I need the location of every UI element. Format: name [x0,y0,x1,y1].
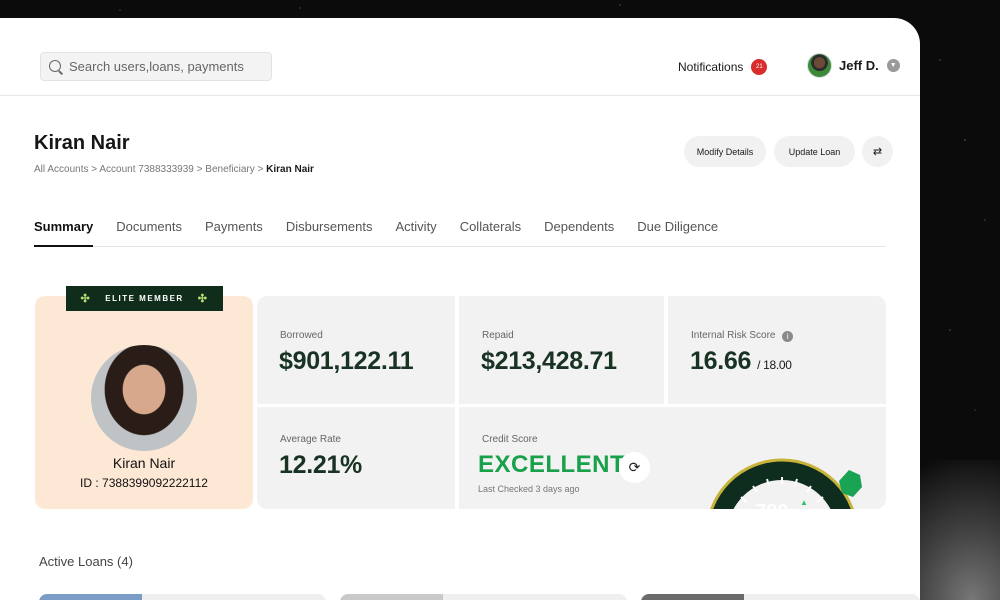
stat-internal-risk-score: Internal Risk Score i 16.66 / 18.00 [668,296,886,404]
breadcrumb-item[interactable]: Account 7388333939 [99,164,194,175]
risk-value: 16.66 [690,347,752,375]
profile-id: ID : 7388399092222112 [80,476,208,490]
loan-card[interactable] [641,594,920,600]
tab-payments[interactable]: Payments [205,208,263,247]
stat-borrowed: Borrowed $901,122.11 [257,296,455,404]
credit-up-icon: ▲ [800,498,808,507]
tab-collaterals[interactable]: Collaterals [460,208,521,247]
tab-summary[interactable]: Summary [34,208,94,247]
stat-average-rate: Average Rate 12.21% [257,407,455,509]
loan-thumbnail [340,594,443,600]
loan-thumbnail [641,594,744,600]
stat-label: Borrowed [280,330,323,341]
tab-bar: Summary Documents Payments Disbursements… [34,208,886,247]
stat-label: Credit Score [482,434,538,445]
page-title: Kiran Nair [34,132,130,154]
app-window: Notifications 21 Jeff D. ▼ Kiran Nair Al… [0,18,920,600]
user-menu[interactable]: Jeff D. ▼ [807,53,900,78]
shuffle-icon[interactable]: ⇄ [862,136,893,167]
tab-due-diligence[interactable]: Due Diligence [637,208,718,247]
stat-value: $901,122.11 [279,347,414,375]
notifications-count-badge: 21 [751,59,768,75]
user-name: Jeff D. [839,58,879,73]
profile-card: ✣ ELITE MEMBER ✣ Kiran Nair ID : 7388399… [35,286,253,509]
stat-value: $213,428.71 [481,347,617,375]
breadcrumb-item[interactable]: Beneficiary [205,164,254,175]
search-box[interactable] [40,52,272,81]
stat-label: Internal Risk Score i [691,330,794,342]
modify-details-button[interactable]: Modify Details [684,136,766,167]
breadcrumb-item[interactable]: All Accounts [34,164,88,175]
badge-star-icon: ✣ [80,293,92,305]
stat-credit-score: Credit Score EXCELLENT Last Checked 3 da… [459,407,886,509]
risk-max: / 18.00 [757,358,792,372]
credit-last-checked: Last Checked 3 days ago [478,484,580,494]
stat-label: Average Rate [280,434,341,445]
tab-documents[interactable]: Documents [116,208,182,247]
risk-label: Internal Risk Score [691,330,776,341]
loan-thumbnail [39,594,142,600]
gauge-indicator [839,470,862,497]
search-input[interactable] [69,59,269,74]
notifications-label: Notifications [678,60,744,74]
profile-name: Kiran Nair [112,455,176,471]
profile-avatar [91,345,197,451]
active-loans-title: Active Loans (4) [39,554,133,569]
credit-rating: EXCELLENT [478,451,626,478]
top-bar: Notifications 21 Jeff D. ▼ [0,18,920,96]
refresh-icon[interactable]: ⟳ [619,452,650,483]
loan-card[interactable] [340,594,627,600]
elite-member-label: ELITE MEMBER [105,294,184,303]
tab-disbursements[interactable]: Disbursements [286,208,373,247]
stat-repaid: Repaid $213,428.71 [459,296,664,404]
update-loan-button[interactable]: Update Loan [774,136,855,167]
credit-score-gauge: 780 ▲ 20 [710,458,862,509]
badge-star-icon: ✣ [197,293,209,305]
user-avatar [807,53,832,78]
loan-card[interactable] [39,594,326,600]
stat-value: 12.21% [279,451,362,479]
breadcrumb: All Accounts > Account 7388333939 > Bene… [34,164,314,175]
chevron-down-icon[interactable]: ▼ [886,59,900,72]
notifications[interactable]: Notifications 21 [678,59,768,75]
breadcrumb-current: Kiran Nair [266,164,314,175]
credit-score-value: 780 [755,501,788,509]
stat-label: Repaid [482,330,514,341]
stat-value: 16.66 / 18.00 [690,347,792,376]
tab-dependents[interactable]: Dependents [544,208,614,247]
info-icon[interactable]: i [782,331,794,342]
elite-member-badge: ✣ ELITE MEMBER ✣ [66,286,223,311]
tab-activity[interactable]: Activity [396,208,437,247]
search-icon [48,59,64,75]
